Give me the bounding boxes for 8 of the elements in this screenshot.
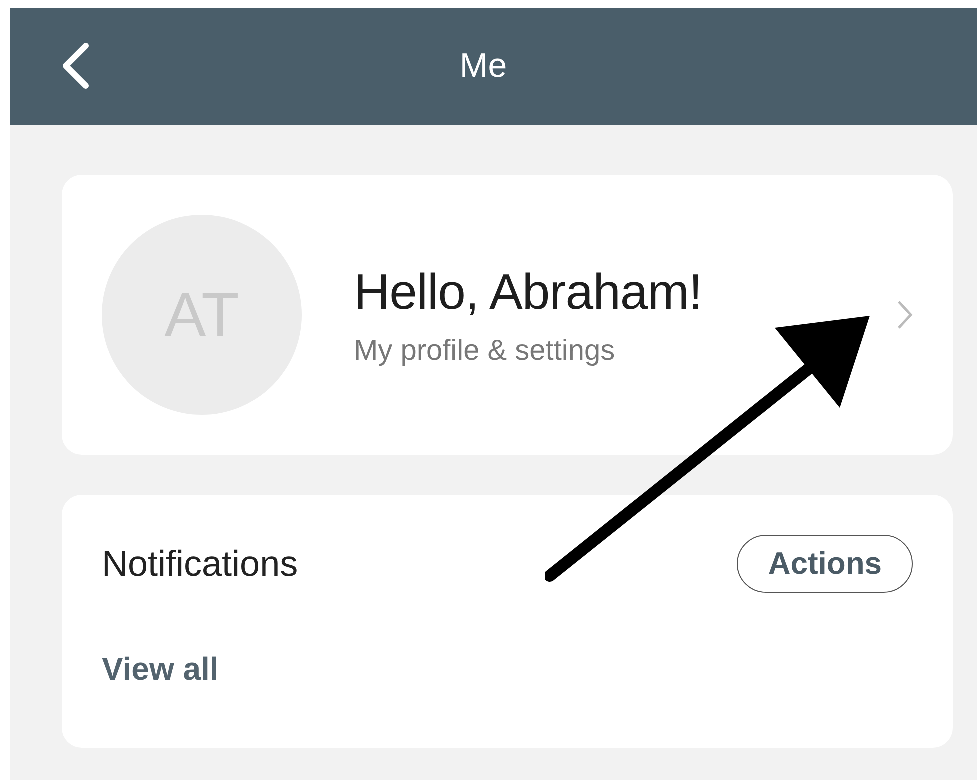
back-icon <box>60 43 90 89</box>
notifications-title: Notifications <box>102 543 298 585</box>
greeting-text: Hello, Abraham! <box>354 262 704 320</box>
profile-subtitle: My profile & settings <box>354 334 616 368</box>
chevron-right-icon <box>897 300 913 330</box>
view-all-link[interactable]: View all <box>102 651 219 688</box>
actions-button[interactable]: Actions <box>737 535 913 593</box>
screen-title: Me <box>460 47 508 86</box>
